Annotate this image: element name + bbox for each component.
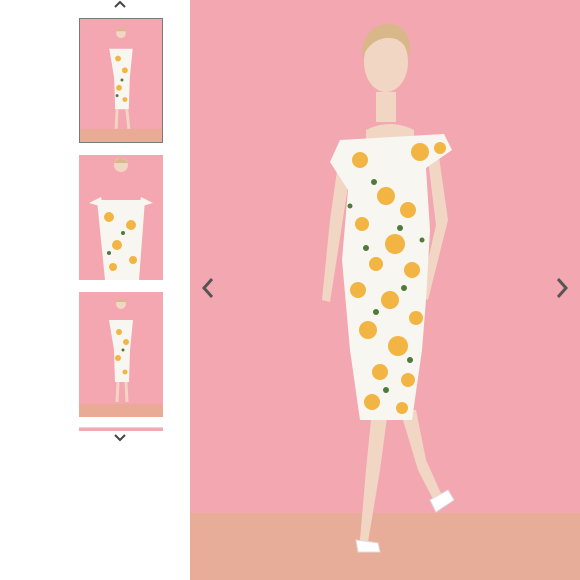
thumbnail-front-view[interactable]	[79, 18, 163, 143]
main-image-viewer	[190, 0, 580, 580]
thumbnails-up-button[interactable]	[110, 0, 130, 12]
thumbnail-rail	[0, 0, 190, 580]
thumbnail-back-view[interactable]	[79, 292, 163, 417]
chevron-right-icon	[556, 278, 569, 298]
thumbnail-model-image	[109, 27, 133, 129]
next-image-button[interactable]	[550, 276, 574, 300]
chevron-down-icon	[114, 434, 126, 442]
thumbnails-down-button[interactable]	[110, 430, 130, 446]
thumbnail-model-image	[89, 158, 153, 280]
thumbnail-close-front-view[interactable]	[79, 155, 163, 280]
chevron-left-icon	[201, 278, 214, 298]
thumbnail-model-image	[109, 298, 133, 403]
chevron-up-icon	[114, 0, 126, 8]
previous-image-button[interactable]	[196, 276, 220, 300]
main-product-image	[322, 24, 455, 553]
